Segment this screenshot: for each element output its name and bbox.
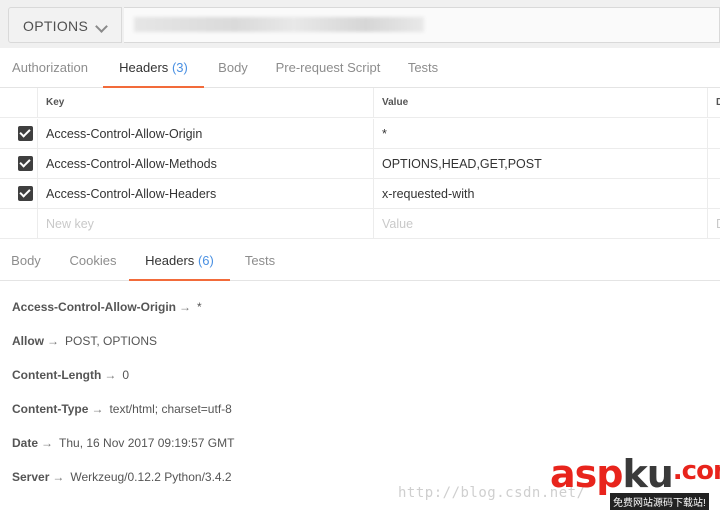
response-header-item: Access-Control-Allow-Origin → * <box>12 300 202 320</box>
request-bar: OPTIONS <box>0 0 720 48</box>
method-label: OPTIONS <box>23 18 89 34</box>
tab-label: Body <box>218 60 248 75</box>
tab-count: (3) <box>171 60 188 75</box>
header-description-cell[interactable] <box>707 149 720 178</box>
table-header-row: Key Value D <box>0 88 720 118</box>
table-row: Access-Control-Allow-Headers x-requested… <box>0 179 720 209</box>
watermark-logo-part: ku <box>622 452 673 496</box>
arrow-right-icon: → <box>104 368 117 382</box>
response-header-key: Content-Type <box>12 402 89 416</box>
column-header-key: Key <box>37 88 373 117</box>
checkbox-checked-icon[interactable] <box>18 186 33 201</box>
response-header-value: Thu, 16 Nov 2017 09:19:57 GMT <box>59 436 235 450</box>
url-redacted <box>134 17 424 32</box>
tab-pre-request-script[interactable]: Pre-request Script <box>268 48 388 87</box>
tab-headers[interactable]: Headers (3) <box>103 48 204 88</box>
response-header-item: Server → Werkzeug/0.12.2 Python/3.4.2 <box>12 470 232 490</box>
response-header-item: Content-Length → 0 <box>12 368 129 388</box>
header-key-cell[interactable]: Access-Control-Allow-Methods <box>37 149 373 178</box>
arrow-right-icon: → <box>41 436 54 450</box>
url-input[interactable] <box>124 7 720 43</box>
tab-label: Tests <box>407 60 439 75</box>
tab-authorization[interactable]: Authorization <box>0 48 100 87</box>
watermark-logo-part: asp <box>550 452 623 496</box>
tab-response-body[interactable]: Body <box>0 241 52 280</box>
watermark-subtitle: 免费网站源码下载站! <box>610 493 709 510</box>
tab-tests[interactable]: Tests <box>398 48 448 87</box>
arrow-right-icon: → <box>91 402 104 416</box>
arrow-right-icon: → <box>52 470 65 484</box>
request-tabs: Authorization Headers (3) Body Pre-reque… <box>0 48 720 88</box>
header-key-cell[interactable]: Access-Control-Allow-Headers <box>37 179 373 208</box>
response-header-value: text/html; charset=utf-8 <box>109 402 232 416</box>
response-header-value: 0 <box>122 368 129 382</box>
tab-label: Cookies <box>69 253 117 268</box>
tab-response-headers[interactable]: Headers (6) <box>129 241 230 281</box>
response-header-value: Werkzeug/0.12.2 Python/3.4.2 <box>70 470 232 484</box>
arrow-right-icon: → <box>179 300 192 314</box>
response-header-key: Server <box>12 470 50 484</box>
watermark-logo: aspku.com <box>550 452 720 496</box>
method-select[interactable]: OPTIONS <box>8 7 122 43</box>
table-row: Access-Control-Allow-Methods OPTIONS,HEA… <box>0 149 720 179</box>
column-header-value: Value <box>373 88 707 117</box>
response-header-item: Date → Thu, 16 Nov 2017 09:19:57 GMT <box>12 436 234 456</box>
response-header-item: Allow → POST, OPTIONS <box>12 334 157 354</box>
table-row: Access-Control-Allow-Origin * <box>0 119 720 149</box>
tab-label: Headers <box>119 60 169 75</box>
new-key-input[interactable]: New key <box>37 209 373 238</box>
header-value-cell[interactable]: * <box>373 119 707 148</box>
response-header-key: Allow <box>12 334 44 348</box>
tab-label: Headers <box>145 253 195 268</box>
header-key-cell[interactable]: Access-Control-Allow-Origin <box>37 119 373 148</box>
new-value-input[interactable]: Value <box>373 209 707 238</box>
tab-label: Body <box>11 253 41 268</box>
response-tabs: Body Cookies Headers (6) Tests <box>0 241 720 281</box>
tab-response-cookies[interactable]: Cookies <box>62 241 124 280</box>
header-value-cell[interactable]: OPTIONS,HEAD,GET,POST <box>373 149 707 178</box>
response-header-key: Date <box>12 436 39 450</box>
tab-response-tests[interactable]: Tests <box>236 241 284 280</box>
response-header-item: Content-Type → text/html; charset=utf-8 <box>12 402 232 422</box>
response-header-key: Content-Length <box>12 368 102 382</box>
tab-count: (6) <box>197 253 214 268</box>
response-header-value: * <box>197 300 202 314</box>
header-description-cell[interactable] <box>707 119 720 148</box>
tab-label: Tests <box>244 253 276 268</box>
watermark-logo-part: .com <box>672 456 720 486</box>
column-header-description: D <box>707 88 720 117</box>
tab-label: Authorization <box>12 60 88 75</box>
tab-body[interactable]: Body <box>208 48 258 87</box>
response-header-key: Access-Control-Allow-Origin <box>12 300 177 314</box>
new-description-input[interactable]: D <box>707 209 720 238</box>
header-value-cell[interactable]: x-requested-with <box>373 179 707 208</box>
chevron-down-icon <box>95 20 108 33</box>
response-header-value: POST, OPTIONS <box>65 334 158 348</box>
new-header-row: New key Value D <box>0 209 720 239</box>
checkbox-checked-icon[interactable] <box>18 126 33 141</box>
header-description-cell[interactable] <box>707 179 720 208</box>
checkbox-checked-icon[interactable] <box>18 156 33 171</box>
tab-label: Pre-request Script <box>275 60 381 75</box>
arrow-right-icon: → <box>47 334 59 348</box>
